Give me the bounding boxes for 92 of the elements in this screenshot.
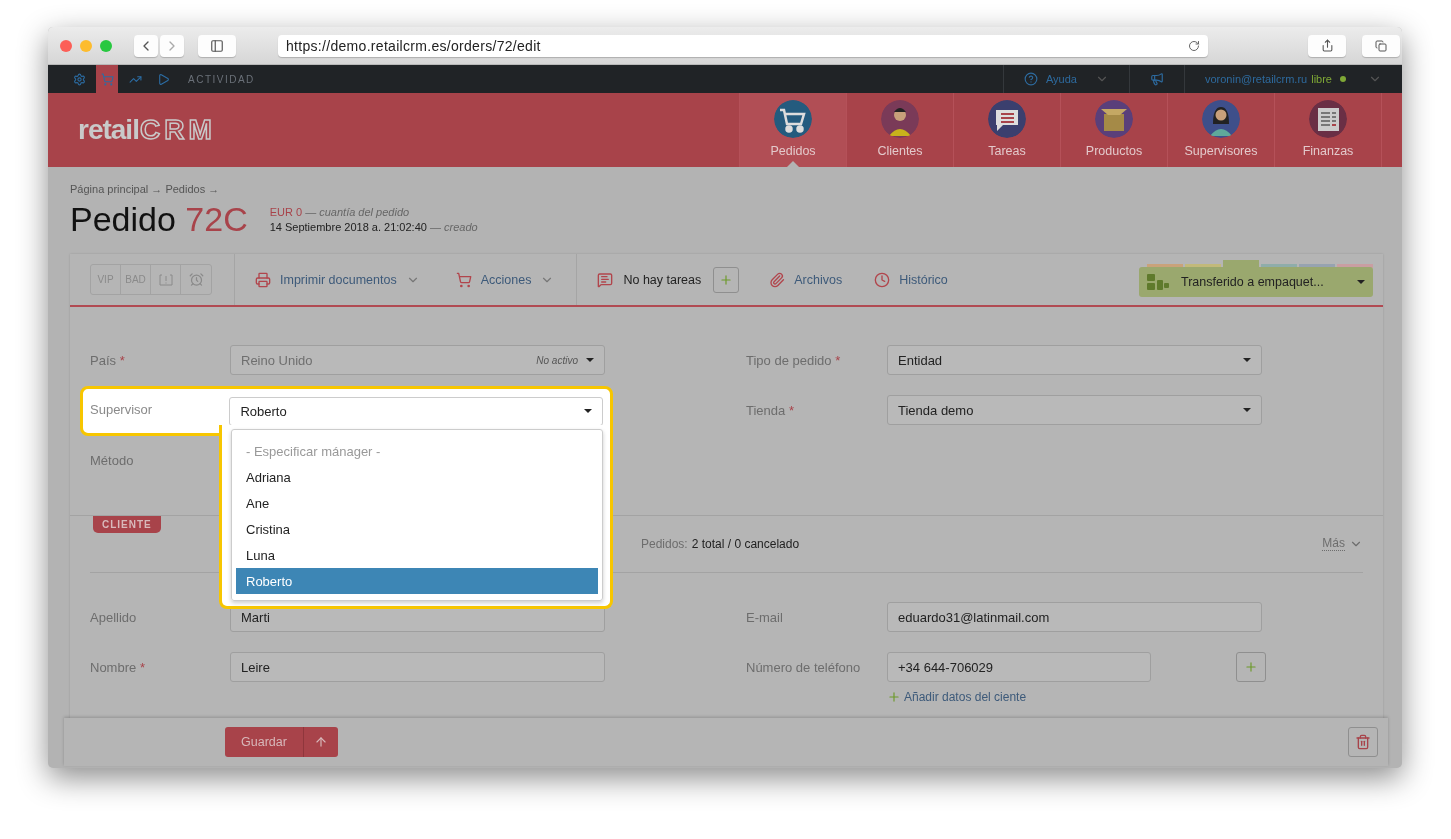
store-select[interactable]: Tienda demo <box>887 395 1262 425</box>
back-button[interactable] <box>134 34 158 57</box>
files-button[interactable]: Archivos <box>769 271 843 288</box>
clock-icon <box>874 271 891 288</box>
cart-icon <box>774 100 812 138</box>
newspaper-icon <box>1309 100 1347 138</box>
status-dropdown[interactable]: Transferido a empaquet... <box>1139 267 1373 297</box>
plus-icon <box>887 690 901 704</box>
help-icon <box>1023 72 1038 86</box>
blocks-icon <box>1147 274 1169 290</box>
dropdown-option[interactable]: Roberto <box>236 568 598 594</box>
trash-icon <box>1355 734 1371 750</box>
forward-button[interactable] <box>160 34 184 57</box>
dropdown-option[interactable]: Adriana <box>236 464 598 490</box>
section-badge: CLIENTE <box>93 516 161 533</box>
help-link[interactable]: Ayuda <box>1045 73 1077 85</box>
field-label: Método <box>90 452 135 468</box>
add-task-button[interactable] <box>713 266 740 293</box>
field-label: Supervisor <box>90 401 154 417</box>
field-label: Apellido <box>90 609 138 625</box>
order-created: 14 Septiembre 2018 a. 21:02:40 — creado <box>269 220 478 233</box>
tabs-button[interactable] <box>1362 34 1400 57</box>
order-type-select[interactable]: Entidad <box>887 345 1262 375</box>
user-email[interactable]: voronin@retailcrm.ru <box>1204 73 1308 85</box>
minimize-button[interactable] <box>80 39 92 52</box>
add-client-data-link[interactable]: Añadir datos del ciente <box>887 690 1262 704</box>
zoom-button[interactable] <box>100 39 112 52</box>
printer-icon <box>255 271 271 288</box>
orders-count: 2 total / 0 cancelado <box>691 536 800 551</box>
field-label: País * <box>90 352 126 368</box>
cart-icon <box>455 271 472 288</box>
cart-icon <box>100 72 114 86</box>
activity-label[interactable]: ACTIVIDAD <box>188 73 255 85</box>
sidebar-button[interactable] <box>198 34 236 57</box>
save-button[interactable]: Guardar <box>225 727 303 757</box>
person-icon <box>1202 100 1240 138</box>
field-label: Número de teléfono <box>746 659 862 675</box>
caret-icon <box>1357 280 1365 284</box>
nav-tab[interactable]: Finanzas <box>1274 93 1381 167</box>
plan-label: libre <box>1311 73 1332 85</box>
arrow-up-icon <box>313 735 328 749</box>
warning-icon[interactable] <box>158 273 173 286</box>
tab-pointer <box>787 161 799 167</box>
address-bar[interactable]: https://demo.retailcrm.es/orders/72/edit <box>278 34 1208 57</box>
share-icon <box>1320 39 1334 52</box>
box-icon <box>1095 100 1133 138</box>
more-toggle[interactable]: Más <box>1322 536 1363 551</box>
tasks-label: No hay tareas <box>623 272 702 287</box>
phone-field[interactable]: +34 644-706029 <box>887 652 1151 682</box>
sidebar-icon <box>210 38 224 53</box>
breadcrumb[interactable]: Página principal → Pedidos → <box>70 183 1383 195</box>
actions-button[interactable]: Acciones <box>455 271 555 288</box>
share-button[interactable] <box>1308 34 1346 57</box>
nav-tab[interactable]: Tareas <box>953 93 1060 167</box>
print-documents-button[interactable]: Imprimir documentos <box>255 271 420 288</box>
settings-icon <box>72 72 86 86</box>
nav-tab[interactable]: Pedidos <box>739 93 846 167</box>
tabs-icon <box>1375 39 1387 52</box>
plus-icon <box>719 272 734 287</box>
field-label: E-mail <box>746 609 784 625</box>
field-label: Tipo de pedido * <box>746 352 842 368</box>
plus-icon <box>1244 660 1258 674</box>
field-label: Nombre * <box>90 659 146 675</box>
nav-tab[interactable]: Supervisores <box>1167 93 1274 167</box>
first-name-field[interactable]: Leire <box>230 652 605 682</box>
field-label: Tienda * <box>746 402 795 418</box>
order-amount: EUR 0 — cuantía del pedido <box>269 205 411 218</box>
add-phone-button[interactable] <box>1236 652 1266 682</box>
reload-icon[interactable] <box>1188 39 1200 52</box>
person-icon <box>881 100 919 138</box>
paperclip-icon <box>769 271 786 288</box>
nav-tab[interactable]: Clientes <box>846 93 953 167</box>
status-dot <box>1340 76 1346 82</box>
chat-icon <box>597 271 614 288</box>
save-and-exit-button[interactable] <box>302 727 338 757</box>
order-title: Pedido 72C <box>70 199 248 239</box>
close-button[interactable] <box>60 39 72 52</box>
delete-button[interactable] <box>1348 727 1378 757</box>
dropdown-prompt[interactable]: - Especificar mánager - <box>236 440 598 464</box>
nav-tab[interactable]: Productos <box>1060 93 1167 167</box>
orders-label: Pedidos: <box>641 536 688 551</box>
chat-icon <box>988 100 1026 138</box>
dropdown-option[interactable]: Cristina <box>236 516 598 542</box>
play-icon <box>156 72 170 86</box>
dropdown-option[interactable]: Luna <box>236 542 598 568</box>
email-field[interactable]: eduardo31@latinmail.com <box>887 602 1262 632</box>
alarm-clock-icon[interactable] <box>188 272 204 287</box>
logo[interactable]: retailCRM <box>78 93 216 167</box>
megaphone-icon[interactable] <box>1149 72 1164 86</box>
history-button[interactable]: Histórico <box>874 271 948 288</box>
top-bar-tab[interactable] <box>96 65 118 93</box>
dropdown-option[interactable]: Ane <box>236 490 598 516</box>
